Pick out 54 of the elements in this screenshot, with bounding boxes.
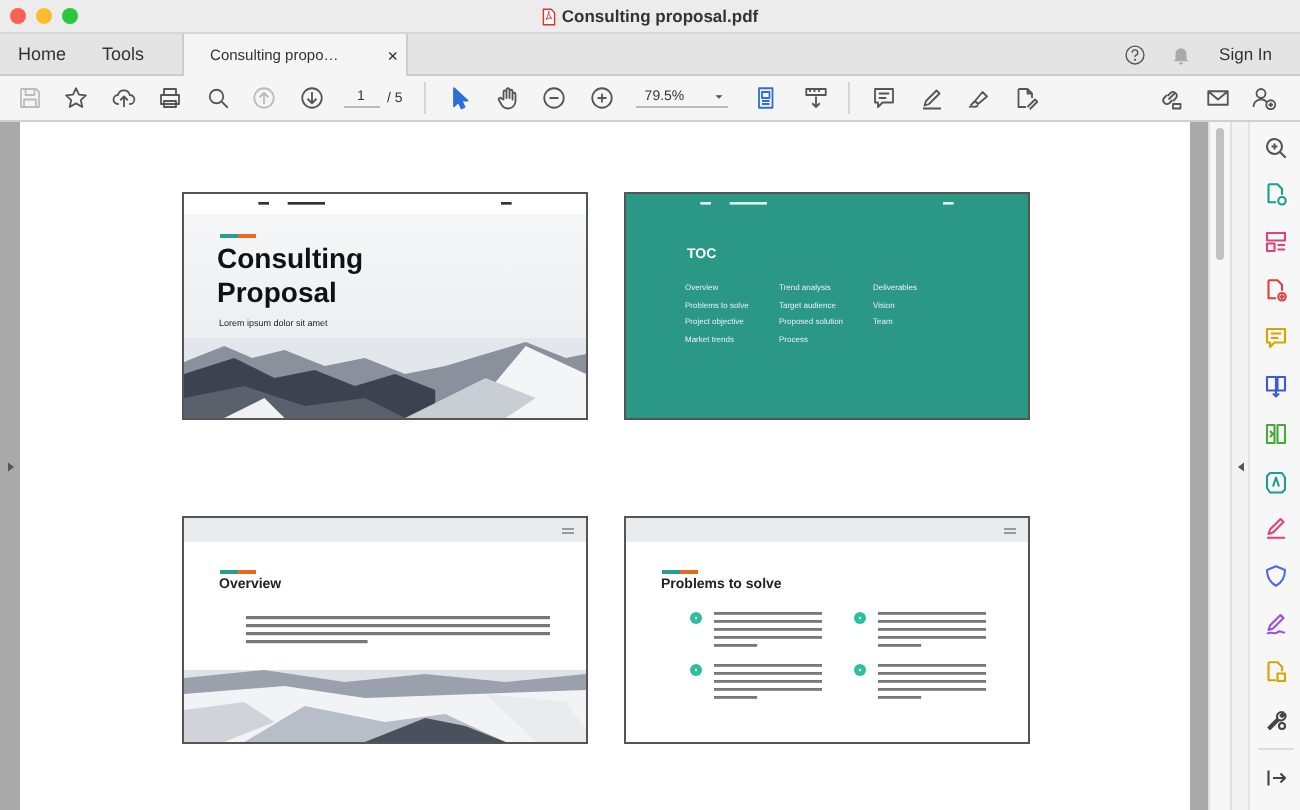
- help-icon[interactable]: [1123, 43, 1146, 65]
- caret-icon[interactable]: [714, 93, 725, 99]
- scrollbar-thumb[interactable]: [1216, 128, 1224, 260]
- compress-icon[interactable]: [1263, 421, 1287, 446]
- pen-icon[interactable]: [1263, 516, 1287, 541]
- menu-icon: [1003, 527, 1015, 533]
- collapse-panel-icon[interactable]: [1237, 461, 1243, 471]
- email-icon[interactable]: [1205, 86, 1230, 110]
- accent-bar: [219, 234, 255, 238]
- menu-icon: [561, 527, 573, 533]
- accent-bar: [661, 570, 697, 574]
- bullet-icon: [853, 612, 865, 624]
- body-text-drawing: [713, 664, 821, 700]
- nav-tab[interactable]: Tools: [84, 34, 163, 74]
- print-icon[interactable]: [158, 86, 183, 110]
- bullet-icon: [689, 612, 701, 624]
- pdf-file-icon: [541, 7, 556, 25]
- sign-in-button[interactable]: Sign In: [1203, 34, 1300, 74]
- add-user-icon[interactable]: [1252, 86, 1277, 110]
- body-text-drawing: [877, 664, 985, 700]
- cloud-upload-icon[interactable]: [111, 86, 136, 110]
- shield-icon[interactable]: [1263, 564, 1287, 589]
- arrow-down-icon[interactable]: [299, 86, 324, 110]
- document-icon[interactable]: [1263, 182, 1287, 207]
- wrench-icon[interactable]: [1263, 707, 1287, 732]
- collapse-icon[interactable]: [1263, 765, 1287, 790]
- document-edit-icon[interactable]: [1263, 469, 1287, 494]
- star-icon[interactable]: [64, 86, 89, 110]
- document-pen-icon[interactable]: [1013, 86, 1038, 110]
- close-window-button[interactable]: [10, 8, 26, 24]
- document-add-icon[interactable]: [1263, 278, 1287, 303]
- zoom-in-icon[interactable]: [589, 86, 614, 110]
- zoom-icon[interactable]: [1263, 135, 1287, 160]
- search-icon[interactable]: [205, 86, 230, 110]
- scroll-icon[interactable]: [803, 86, 828, 110]
- bullet-icon: [853, 664, 865, 676]
- expand-panel-icon[interactable]: [7, 461, 13, 471]
- pen-nib-icon[interactable]: [966, 86, 991, 110]
- body-text-drawing: [877, 612, 985, 648]
- comment-icon[interactable]: [872, 86, 897, 110]
- window-title: Consulting proposal.pdf: [561, 6, 759, 26]
- documents-icon[interactable]: [1263, 373, 1287, 398]
- pointer-icon[interactable]: [448, 86, 473, 110]
- hand-icon[interactable]: [495, 86, 520, 110]
- bullet-icon: [689, 664, 701, 676]
- link-icon[interactable]: [1158, 86, 1183, 110]
- body-text-drawing: [713, 612, 821, 648]
- zoom-out-icon[interactable]: [542, 86, 567, 110]
- nav-tab[interactable]: Home: [0, 34, 85, 74]
- pen-icon[interactable]: [919, 86, 944, 110]
- signature-icon[interactable]: [1263, 612, 1287, 637]
- slide-title: Consulting Proposal: [217, 242, 366, 310]
- accent-bar: [219, 570, 255, 574]
- layout-icon[interactable]: [1263, 230, 1287, 255]
